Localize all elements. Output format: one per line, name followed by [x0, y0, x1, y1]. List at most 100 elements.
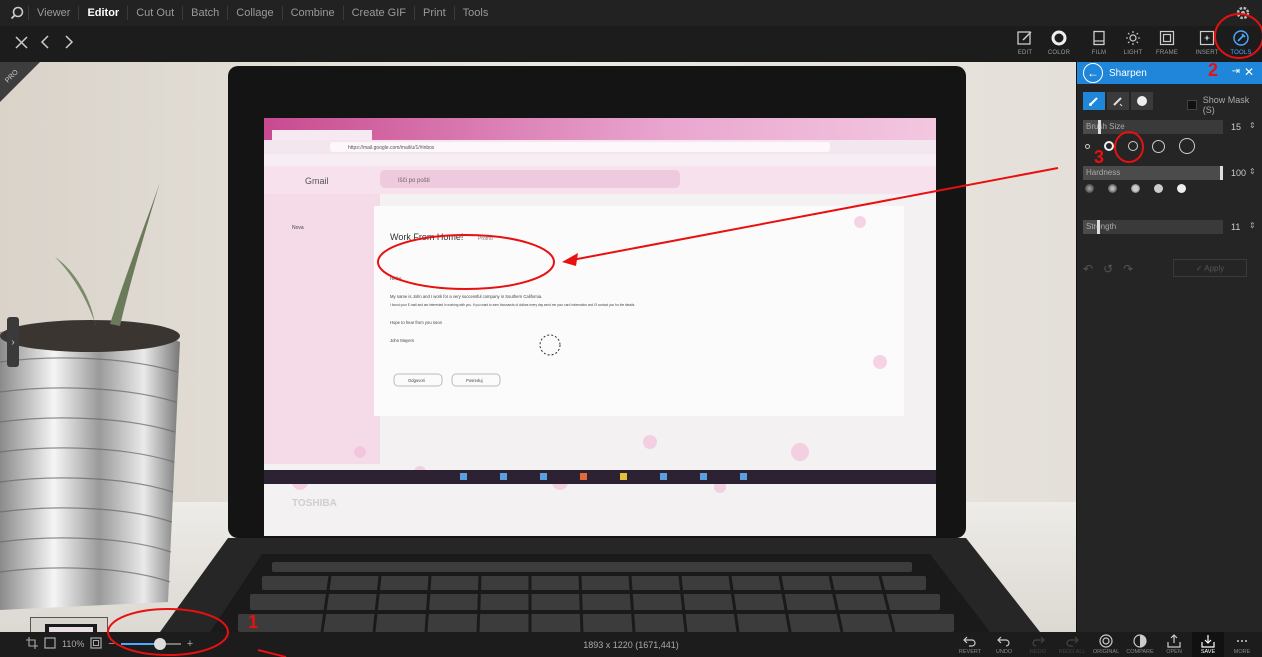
- save-label: SAVE: [1200, 649, 1216, 655]
- hardness-thumb[interactable]: [1220, 166, 1223, 180]
- hardness-track[interactable]: Hardness: [1083, 166, 1223, 180]
- strength-value[interactable]: 11: [1231, 222, 1240, 232]
- laptop-photo: TOSHIBA Gmail Išči po pošti https://mail…: [0, 62, 1076, 632]
- brush-size-value[interactable]: 15: [1231, 122, 1241, 132]
- brush-fill-icon[interactable]: [1131, 92, 1153, 110]
- strength-track[interactable]: Strength: [1083, 220, 1223, 234]
- hardness-slider[interactable]: Hardness 100 ⇕: [1083, 166, 1256, 180]
- hardness-value[interactable]: 100: [1231, 168, 1246, 178]
- email-forward-button-text: Posreduj: [466, 378, 483, 383]
- brush-size-spinner-icon[interactable]: ⇕: [1249, 121, 1256, 130]
- hardness-preset-2[interactable]: [1108, 184, 1117, 193]
- tool-frame-button[interactable]: FRAME: [1152, 28, 1182, 62]
- menu-editor[interactable]: Editor: [78, 6, 127, 20]
- hardness-preset-3[interactable]: [1131, 184, 1140, 193]
- image-canvas[interactable]: TOSHIBA Gmail Išči po pošti https://mail…: [0, 62, 1076, 632]
- panel-redo-icon[interactable]: ↷: [1123, 262, 1133, 276]
- open-button[interactable]: OPEN: [1158, 632, 1190, 657]
- browser-url-text: https://mail.google.com/mail/u/1/#inbox: [348, 145, 435, 151]
- tool-edit-button[interactable]: EDIT: [1010, 28, 1040, 62]
- revert-button[interactable]: REVERT: [954, 632, 986, 657]
- brush-erase-icon[interactable]: [1107, 92, 1129, 110]
- compare-button[interactable]: COMPARE: [1124, 632, 1156, 657]
- undo-button[interactable]: UNDO: [988, 632, 1020, 657]
- brush-size-thumb[interactable]: [1098, 120, 1102, 134]
- settings-gear-icon[interactable]: [1234, 4, 1252, 22]
- app-logo-icon[interactable]: [6, 2, 28, 24]
- brush-size-slider[interactable]: Brush Size 15 ⇕: [1083, 120, 1256, 134]
- tool-light-button[interactable]: LIGHT: [1118, 28, 1148, 62]
- strength-thumb[interactable]: [1096, 220, 1100, 234]
- zoom-slider[interactable]: [120, 638, 181, 650]
- tools-icon: [1232, 28, 1250, 48]
- apply-button[interactable]: ✓ Apply: [1173, 259, 1247, 277]
- panel-header: ← Sharpen ⇥ ✕: [1077, 62, 1262, 84]
- zoom-thumb[interactable]: [153, 638, 166, 650]
- zoom-percentage[interactable]: 110%: [62, 639, 84, 649]
- brush-size-preset-l[interactable]: [1152, 139, 1165, 153]
- more-button[interactable]: MORE: [1226, 632, 1258, 657]
- email-body-line-1: My name is John and I work for a very su…: [390, 294, 542, 299]
- email-hello-text: Hello!: [390, 276, 402, 281]
- zoom-in-icon[interactable]: +: [187, 638, 193, 650]
- close-icon[interactable]: [14, 34, 28, 50]
- redo-label: REDO: [1030, 649, 1046, 655]
- tool-color-label: COLOR: [1047, 50, 1071, 56]
- panel-title: Sharpen: [1109, 67, 1147, 79]
- menu-cut-out[interactable]: Cut Out: [127, 6, 182, 20]
- menu-combine[interactable]: Combine: [281, 6, 343, 20]
- hardness-preset-1[interactable]: [1085, 184, 1094, 193]
- hardness-preset-4[interactable]: [1154, 184, 1163, 193]
- next-image-icon[interactable]: [62, 34, 76, 50]
- tool-light-label: LIGHT: [1123, 50, 1143, 56]
- menu-viewer[interactable]: Viewer: [28, 6, 78, 20]
- brush-size-track[interactable]: Brush Size: [1083, 120, 1223, 134]
- brush-paint-icon[interactable]: [1083, 92, 1105, 110]
- panel-undo-all-icon[interactable]: ↺: [1103, 262, 1113, 276]
- strength-spinner-icon[interactable]: ⇕: [1249, 221, 1256, 230]
- fit-screen-icon[interactable]: [44, 637, 56, 651]
- actual-size-icon[interactable]: [90, 637, 102, 651]
- menu-create-gif[interactable]: Create GIF: [342, 6, 414, 20]
- original-label: ORIGINAL: [1092, 649, 1120, 655]
- tool-tools-button[interactable]: TOOLS: [1226, 28, 1256, 62]
- tool-insert-button[interactable]: INSERT: [1192, 28, 1222, 62]
- redo-button[interactable]: REDO: [1022, 632, 1054, 657]
- previous-image-icon[interactable]: [38, 34, 52, 50]
- annotation-marker-1: 1: [248, 612, 259, 632]
- brush-size-preset-m[interactable]: [1128, 141, 1138, 151]
- show-mask-toggle[interactable]: Show Mask (S): [1187, 95, 1262, 115]
- panel-undo-icon[interactable]: ↶: [1083, 262, 1093, 276]
- email-subject-text: Work From Home!: [390, 232, 463, 242]
- brush-size-preset-xs[interactable]: [1085, 143, 1090, 149]
- save-button[interactable]: SAVE: [1192, 632, 1224, 657]
- menu-collage[interactable]: Collage: [227, 6, 281, 20]
- hardness-preset-5[interactable]: [1177, 184, 1186, 193]
- show-mask-checkbox[interactable]: [1187, 100, 1197, 110]
- menu-tools[interactable]: Tools: [453, 6, 497, 20]
- photo-editor-window: Viewer Editor Cut Out Batch Collage Comb…: [0, 0, 1262, 657]
- close-panel-icon[interactable]: ✕: [1244, 65, 1254, 79]
- edit-icon: [1016, 28, 1034, 48]
- tool-edit-label: EDIT: [1017, 50, 1033, 56]
- brush-size-preset-s[interactable]: [1104, 141, 1114, 151]
- pin-icon[interactable]: ⇥: [1232, 66, 1240, 77]
- tool-film-button[interactable]: FILM: [1084, 28, 1114, 62]
- original-button[interactable]: ORIGINAL: [1090, 632, 1122, 657]
- menu-print[interactable]: Print: [414, 6, 454, 20]
- expand-left-panel-handle[interactable]: ›: [7, 317, 19, 367]
- strength-slider[interactable]: Strength 11 ⇕: [1083, 220, 1256, 234]
- hardness-spinner-icon[interactable]: ⇕: [1249, 167, 1256, 176]
- email-signature-text: John Mayers: [390, 338, 414, 343]
- zoom-out-icon[interactable]: −: [108, 638, 114, 650]
- crop-icon[interactable]: [26, 637, 38, 651]
- back-arrow-icon[interactable]: ←: [1083, 63, 1103, 83]
- navigator-thumbnail[interactable]: [30, 617, 108, 632]
- redo-all-button[interactable]: REDO ALL: [1056, 632, 1088, 657]
- bottom-action-buttons: REVERT UNDO REDO REDO ALL ORIGINAL COMPA…: [952, 632, 1258, 657]
- tool-film-label: FILM: [1091, 50, 1107, 56]
- tool-color-button[interactable]: COLOR: [1044, 28, 1074, 62]
- menu-batch[interactable]: Batch: [182, 6, 227, 20]
- brush-size-preset-xl[interactable]: [1179, 138, 1195, 154]
- show-mask-label: Show Mask (S): [1202, 95, 1250, 115]
